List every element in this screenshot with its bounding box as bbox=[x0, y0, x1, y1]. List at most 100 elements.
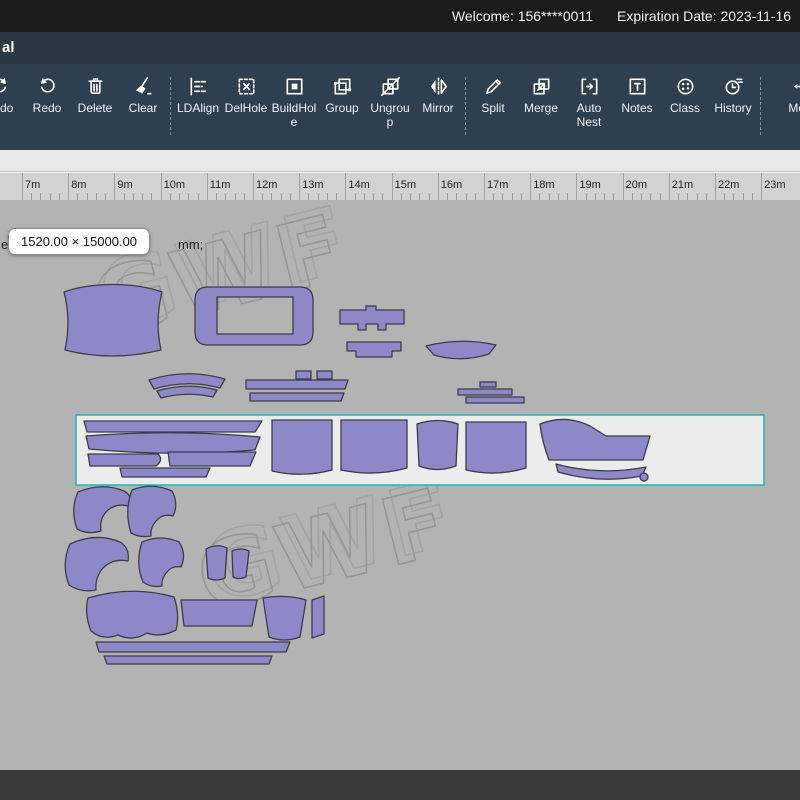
ruler-major-tick bbox=[623, 173, 624, 200]
merge-button[interactable]: Merge bbox=[518, 75, 564, 116]
toolbar-separator bbox=[465, 77, 466, 135]
align-icon bbox=[187, 75, 210, 98]
toolbar: Undo Redo Delete Clear LDAlign bbox=[0, 64, 800, 150]
trim-pieces[interactable] bbox=[149, 371, 524, 403]
ruler-label: 19m bbox=[579, 179, 600, 191]
ruler-label: 15m bbox=[395, 179, 416, 191]
redo-button[interactable]: Redo bbox=[24, 75, 70, 116]
hood-piece[interactable] bbox=[64, 285, 162, 357]
ruler-minor-tick bbox=[170, 193, 171, 200]
ruler-minor-tick bbox=[382, 193, 383, 200]
ungroup-icon bbox=[379, 75, 402, 98]
ruler-minor-tick bbox=[567, 193, 568, 200]
ruler-major-tick bbox=[299, 173, 300, 200]
group-button[interactable]: Group bbox=[319, 75, 365, 116]
ruler-minor-tick bbox=[401, 193, 402, 200]
ruler-minor-tick bbox=[604, 193, 605, 200]
class-button[interactable]: Class bbox=[662, 75, 708, 116]
merge-icon bbox=[530, 75, 553, 98]
buildhole-button[interactable]: BuildHole bbox=[271, 75, 317, 130]
toolbar-separator bbox=[170, 77, 171, 135]
welcome-text: Welcome: 156****0011 bbox=[452, 8, 593, 24]
broom-icon bbox=[132, 75, 155, 98]
ruler-minor-tick bbox=[216, 193, 217, 200]
delhole-button[interactable]: DelHole bbox=[223, 75, 269, 116]
selected-row-pieces[interactable] bbox=[84, 419, 650, 481]
auto-nest-icon bbox=[578, 75, 601, 98]
ruler-label: 7m bbox=[25, 179, 40, 191]
ruler-minor-tick bbox=[96, 193, 97, 200]
ruler-minor-tick bbox=[549, 193, 550, 200]
horizontal-ruler: 7m8m9m10m11m12m13m14m15m16m17m18m19m20m2… bbox=[0, 172, 800, 200]
ruler-minor-tick bbox=[198, 193, 199, 200]
bottombar bbox=[0, 770, 800, 800]
ruler-label: 22m bbox=[718, 179, 739, 191]
size-tooltip[interactable]: 1520.00 × 15000.00 bbox=[8, 228, 150, 255]
toolbar-lower-strip bbox=[0, 150, 800, 172]
ruler-major-tick bbox=[345, 173, 346, 200]
ruler-minor-tick bbox=[290, 193, 291, 200]
ruler-minor-tick bbox=[281, 193, 282, 200]
ruler-major-tick bbox=[715, 173, 716, 200]
ruler-minor-tick bbox=[124, 193, 125, 200]
clear-button[interactable]: Clear bbox=[120, 75, 166, 116]
ldalign-button[interactable]: LDAlign bbox=[175, 75, 221, 116]
palette-icon bbox=[674, 75, 697, 98]
history-button[interactable]: History bbox=[710, 75, 756, 116]
ruler-minor-tick bbox=[318, 193, 319, 200]
notes-button[interactable]: Notes bbox=[614, 75, 660, 116]
ruler-minor-tick bbox=[244, 193, 245, 200]
fender-pieces[interactable] bbox=[74, 486, 176, 536]
ruler-minor-tick bbox=[87, 193, 88, 200]
history-clock-icon bbox=[722, 75, 745, 98]
ruler-label: 11m bbox=[210, 179, 231, 191]
ruler-minor-tick bbox=[151, 193, 152, 200]
ruler-minor-tick bbox=[429, 193, 430, 200]
ruler-minor-tick bbox=[336, 193, 337, 200]
topbar: Welcome: 156****0011 Expiration Date: 20… bbox=[0, 0, 800, 32]
ruler-minor-tick bbox=[595, 193, 596, 200]
undo-button[interactable]: Undo bbox=[0, 75, 22, 116]
ruler-minor-tick bbox=[641, 193, 642, 200]
ungroup-button[interactable]: Ungroup bbox=[367, 75, 413, 130]
delete-button[interactable]: Delete bbox=[72, 75, 118, 116]
ruler-minor-tick bbox=[31, 193, 32, 200]
ruler-minor-tick bbox=[752, 193, 753, 200]
ruler-minor-tick bbox=[373, 193, 374, 200]
ruler-major-tick bbox=[161, 173, 162, 200]
redo-icon bbox=[36, 75, 59, 98]
ruler-label: 10m bbox=[164, 179, 185, 191]
ruler-label: 8m bbox=[71, 179, 86, 191]
tag-icon bbox=[626, 75, 649, 98]
ruler-label: 20m bbox=[626, 179, 647, 191]
ruler-minor-tick bbox=[697, 193, 698, 200]
ruler-major-tick bbox=[761, 173, 762, 200]
ruler-minor-tick bbox=[77, 193, 78, 200]
delete-hole-icon bbox=[235, 75, 258, 98]
ruler-minor-tick bbox=[40, 193, 41, 200]
canvas-workspace[interactable]: GWF GWF GWF GWF bbox=[0, 200, 800, 770]
bumper-cluster-pieces[interactable] bbox=[87, 591, 324, 664]
ruler-label: 14m bbox=[348, 179, 369, 191]
ruler-minor-tick bbox=[466, 193, 467, 200]
ruler-minor-tick bbox=[447, 193, 448, 200]
ruler-major-tick bbox=[484, 173, 485, 200]
group-icon bbox=[331, 75, 354, 98]
canvas-drawing: GWF GWF GWF GWF bbox=[0, 200, 800, 770]
mirror-button[interactable]: Mirror bbox=[415, 75, 461, 116]
ruler-label: 13m bbox=[302, 179, 323, 191]
bumper-strip-pieces[interactable] bbox=[340, 306, 496, 359]
ruler-minor-tick bbox=[687, 193, 688, 200]
ruler-minor-tick bbox=[502, 193, 503, 200]
ruler-minor-tick bbox=[105, 193, 106, 200]
status-unit-text: mm; bbox=[178, 237, 203, 252]
ruler-minor-tick bbox=[225, 193, 226, 200]
move-icon bbox=[792, 75, 800, 98]
split-button[interactable]: Split bbox=[470, 75, 516, 116]
ruler-minor-tick bbox=[724, 193, 725, 200]
ruler-minor-tick bbox=[650, 193, 651, 200]
move-button[interactable]: Move bbox=[780, 75, 800, 116]
auto-nest-button[interactable]: Auto Nest bbox=[566, 75, 612, 130]
ruler-minor-tick bbox=[308, 193, 309, 200]
ruler-major-tick bbox=[530, 173, 531, 200]
